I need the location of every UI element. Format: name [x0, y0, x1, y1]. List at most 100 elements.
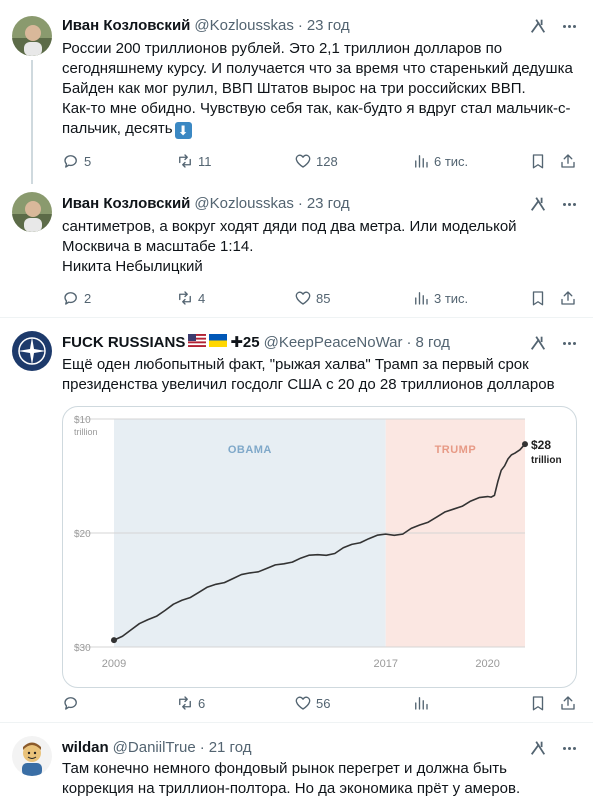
- x-tick-label: 2009: [102, 658, 126, 670]
- timestamp[interactable]: 23 год: [307, 195, 350, 212]
- heart-icon: [295, 696, 311, 710]
- author-name-suffix: ✚25: [230, 334, 260, 351]
- y-tick-label: $10: [74, 415, 91, 426]
- views-button[interactable]: 3 тис.: [412, 288, 468, 308]
- reply-count: 5: [84, 153, 92, 169]
- repost-button[interactable]: 11: [176, 151, 212, 171]
- tweet-1[interactable]: Иван Козловский @Kozlousskas · 23 год Ро…: [0, 0, 593, 184]
- reply-count: 2: [84, 290, 92, 306]
- views-button[interactable]: [412, 693, 434, 713]
- tweet-3[interactable]: FUCK RUSSIANS ✚25 @KeepPeaceNoWar · 8 го…: [0, 318, 593, 723]
- avatar[interactable]: [12, 192, 52, 232]
- repost-icon: [179, 154, 191, 168]
- grok-icon[interactable]: [529, 17, 547, 35]
- timestamp[interactable]: 8 год: [416, 334, 450, 351]
- bookmark-button[interactable]: [529, 693, 547, 713]
- bookmark-button[interactable]: [529, 151, 547, 171]
- share-icon: [561, 291, 575, 305]
- tweet-text-line: Москвича в масштабе 1:14.: [62, 238, 254, 255]
- reply-icon: [64, 155, 77, 168]
- repost-count: 11: [198, 153, 212, 169]
- reply-button[interactable]: 2: [62, 288, 91, 308]
- tweet-text-line: Как-то мне обидно. Чувствую себя так, ка…: [62, 100, 571, 117]
- avatar[interactable]: [12, 736, 52, 776]
- down-arrow-emoji: ⬇: [174, 122, 192, 139]
- tweet-text-line-last: пальчик, десять ⬇: [62, 119, 577, 139]
- more-icon[interactable]: [559, 739, 579, 757]
- author-handle[interactable]: @DaniilTrue: [113, 739, 196, 756]
- series-point-start: [111, 637, 117, 644]
- repost-count: 6: [198, 695, 206, 711]
- author-handle[interactable]: @KeepPeaceNoWar: [264, 334, 403, 351]
- like-count: 128: [316, 153, 338, 169]
- author-handle[interactable]: @Kozlousskas: [194, 17, 293, 34]
- tweet-text-line: коррекция на триллион-полтора. Но да эко…: [62, 780, 521, 797]
- author-name[interactable]: FUCK RUSSIANS: [62, 334, 185, 351]
- tweet-text-line: пальчик, десять: [62, 120, 173, 137]
- like-button[interactable]: 128: [294, 151, 338, 171]
- views-count: 6 тис.: [434, 153, 469, 169]
- timestamp[interactable]: 23 год: [307, 17, 350, 34]
- like-button[interactable]: 56: [294, 693, 330, 713]
- views-icon: [415, 155, 428, 168]
- separator-dot: ·: [297, 194, 303, 212]
- heart-icon: [295, 291, 311, 305]
- bookmark-icon: [532, 154, 544, 169]
- author-name[interactable]: wildan: [62, 739, 109, 756]
- y-unit-label: trillion: [74, 427, 98, 437]
- views-icon: [415, 697, 428, 710]
- y-tick-label: $20: [74, 529, 91, 540]
- separator-dot: ·: [297, 16, 303, 34]
- tweet-text-line: Байден как мог рулил, ВВП Штатов вырос н…: [62, 80, 526, 97]
- x-tick-label: 2017: [373, 658, 397, 670]
- tweet-2[interactable]: Иван Козловский @Kozlousskas · 23 год са…: [0, 184, 593, 318]
- more-icon[interactable]: [559, 195, 579, 213]
- like-button[interactable]: 85: [294, 288, 330, 308]
- tweet-4[interactable]: wildan @DaniilTrue · 21 год Там конечно …: [0, 723, 593, 804]
- bookmark-icon: [532, 291, 544, 306]
- grok-icon[interactable]: [529, 195, 547, 213]
- like-count: 85: [316, 290, 331, 306]
- author-name[interactable]: Иван Козловский: [62, 195, 190, 212]
- repost-count: 4: [198, 290, 206, 306]
- share-button[interactable]: [559, 151, 577, 171]
- grok-icon[interactable]: [529, 334, 547, 352]
- tweet-text-line: президенства увеличил госдолг США с 20 д…: [62, 376, 555, 393]
- author-handle[interactable]: @Kozlousskas: [194, 195, 293, 212]
- repost-icon: [179, 291, 191, 305]
- chart-region-label: TRUMP: [435, 444, 477, 456]
- reply-button[interactable]: 5: [62, 151, 91, 171]
- share-button[interactable]: [559, 288, 577, 308]
- chart-region-label: OBAMA: [228, 444, 272, 456]
- more-icon[interactable]: [559, 17, 579, 35]
- x-tick-label: 2020: [475, 658, 499, 670]
- thread-line: [31, 60, 33, 184]
- repost-button[interactable]: 4: [176, 288, 205, 308]
- views-button[interactable]: 6 тис.: [412, 151, 468, 171]
- chart-image[interactable]: OBAMA TRUMP $30 $20 $10 trillion 2009 2017 2020 $…: [62, 406, 577, 688]
- grok-icon[interactable]: [529, 739, 547, 757]
- end-value-label: $28: [531, 438, 551, 452]
- tweet-text-line: Там конечно немного фондовый рынок перег…: [62, 760, 507, 777]
- tweet-text-line: сантиметров, а вокруг ходят дяди под два…: [62, 218, 517, 235]
- repost-button[interactable]: 6: [176, 693, 205, 713]
- bookmark-icon: [532, 696, 544, 711]
- avatar[interactable]: [12, 331, 52, 371]
- more-icon[interactable]: [559, 334, 579, 352]
- reply-icon: [64, 292, 77, 305]
- views-icon: [415, 292, 428, 305]
- timestamp[interactable]: 21 год: [209, 739, 252, 756]
- tweet-text-line: России 200 триллионов рублей. Это 2,1 тр…: [62, 40, 503, 57]
- avatar[interactable]: [12, 16, 52, 56]
- bookmark-button[interactable]: [529, 288, 547, 308]
- reply-button[interactable]: [62, 693, 84, 713]
- share-icon: [561, 696, 575, 710]
- us-flag-icon: [188, 333, 207, 351]
- series-point-end: [522, 441, 528, 448]
- heart-icon: [295, 154, 311, 168]
- tweet-text-line: сегодняшнему курсу. И получается что за …: [62, 60, 573, 77]
- views-count: 3 тис.: [434, 290, 469, 306]
- y-tick-label: $30: [74, 643, 91, 654]
- author-name[interactable]: Иван Козловский: [62, 17, 190, 34]
- share-button[interactable]: [559, 693, 577, 713]
